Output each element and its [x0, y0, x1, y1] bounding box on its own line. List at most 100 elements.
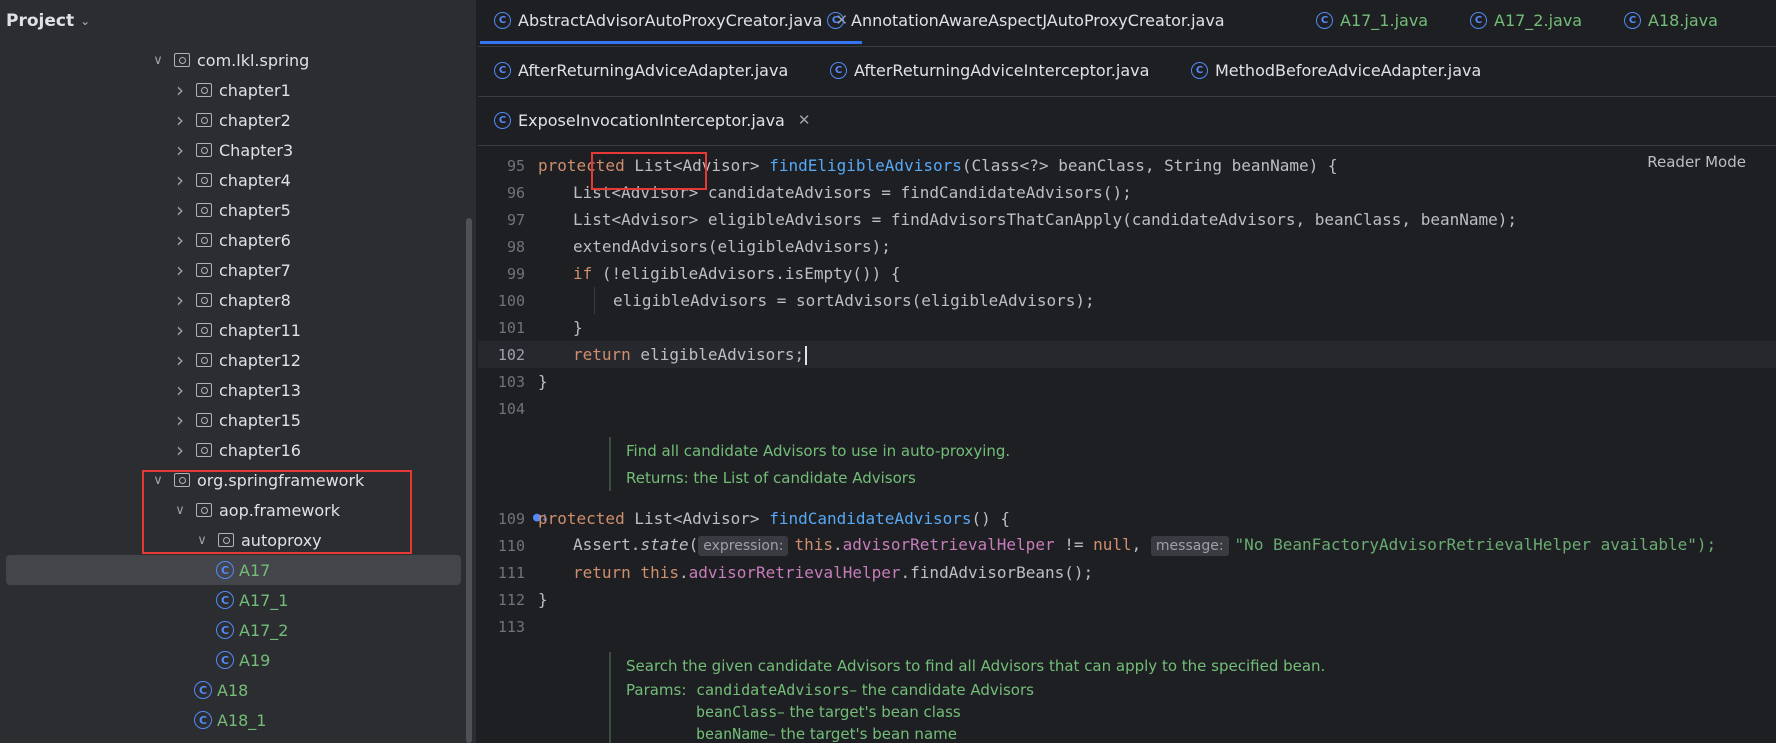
reader-mode-button[interactable]: Reader Mode — [1647, 153, 1746, 171]
line-number: 109 — [497, 509, 525, 528]
project-tool-window: Project ⌄ ∨ com.lkl.spring › chapter1 › chapt… — [0, 0, 476, 743]
package-icon — [196, 293, 212, 307]
tree-item-label: com.lkl.spring — [197, 50, 310, 70]
tree-item-package[interactable]: ∨ aop.framework — [0, 495, 470, 525]
tree-item-label: org.springframework — [197, 470, 365, 490]
line-number: 99 — [506, 264, 525, 283]
tree-item-package[interactable]: › chapter15 — [0, 405, 470, 435]
tree-item-package[interactable]: › chapter8 — [0, 285, 470, 315]
chevron-right-icon[interactable]: › — [172, 78, 188, 102]
code-token: . — [678, 563, 689, 582]
chevron-down-icon[interactable]: ∨ — [150, 473, 166, 488]
tree-item-class[interactable]: ›CA17_2 — [0, 615, 470, 645]
chevron-right-icon[interactable]: › — [172, 168, 188, 192]
chevron-right-icon[interactable]: › — [172, 438, 188, 462]
editor-tab[interactable]: C ExposeInvocationInterceptor.java ✕ — [494, 102, 810, 138]
chevron-down-icon[interactable]: ∨ — [150, 53, 166, 68]
editor-tab[interactable]: C A18.java — [1624, 2, 1718, 38]
code-text: eligibleAdvisors = sortAdvisors(eligible… — [613, 291, 1095, 310]
tree-item-package[interactable]: › chapter4 — [0, 165, 470, 195]
tree-item-package[interactable]: ∨ org.springframework — [0, 465, 470, 495]
tree-item-package[interactable]: › chapter1 — [0, 75, 470, 105]
tree-item-class[interactable]: ›CA18_1 — [0, 705, 470, 735]
tab-label: AbstractAdvisorAutoProxyCreator.java — [518, 10, 823, 30]
doc-param-name: beanClass — [696, 703, 778, 721]
tree-item-package[interactable]: › chapter12 — [0, 345, 470, 375]
chevron-right-icon[interactable]: › — [172, 318, 188, 342]
editor-tab[interactable]: C AfterReturningAdviceAdapter.java — [494, 52, 788, 88]
tree-item-label: chapter6 — [219, 230, 291, 250]
code-line: 109 ●↓ protected List<Advisor> findCandi… — [478, 505, 1776, 532]
class-icon: C — [494, 61, 511, 79]
doc-params-label: Params: — [626, 681, 687, 699]
package-icon — [196, 233, 212, 247]
doc-param-row: beanName – the target's bean name — [626, 723, 1325, 743]
package-icon — [196, 143, 212, 157]
chevron-right-icon[interactable]: › — [172, 408, 188, 432]
keyword: protected — [538, 509, 625, 528]
field-name: advisorRetrievalHelper — [842, 535, 1055, 554]
tree-item-package[interactable]: ∨ com.lkl.spring — [0, 45, 470, 75]
text-caret — [805, 345, 808, 365]
tree-item-label: Chapter3 — [219, 140, 294, 160]
doc-param-row: Params: candidateAdvisors – the candidat… — [626, 679, 1325, 701]
chevron-right-icon[interactable]: › — [172, 108, 188, 132]
tree-item-package[interactable]: ∨ autoproxy — [0, 525, 470, 555]
editor-tab[interactable]: C AbstractAdvisorAutoProxyCreator.java ✕ — [480, 2, 862, 44]
chevron-right-icon[interactable]: › — [172, 348, 188, 372]
tree-item-package[interactable]: › chapter2 — [0, 105, 470, 135]
tree-item-package[interactable]: › chapter6 — [0, 225, 470, 255]
code-area[interactable]: 95 protected List<Advisor> findEligibleA… — [478, 147, 1776, 743]
code-line: 111 return this.advisorRetrievalHelper.f… — [478, 559, 1776, 586]
tree-scrollbar[interactable] — [466, 218, 472, 743]
doc-summary: Find all candidate Advisors to use in au… — [626, 441, 1011, 460]
chevron-right-icon[interactable]: › — [172, 198, 188, 222]
code-token: List<Advisor> — [624, 156, 770, 175]
class-icon: C — [827, 11, 844, 29]
tree-item-label: autoproxy — [241, 530, 322, 550]
editor-tab[interactable]: C AnnotationAwareAspectJAutoProxyCreator.… — [827, 2, 1225, 38]
chevron-right-icon[interactable]: › — [172, 258, 188, 282]
tree-item-package[interactable]: › chapter11 — [0, 315, 470, 345]
keyword: return — [573, 344, 631, 364]
code-line: 101 } — [478, 314, 1776, 341]
tree-item-package[interactable]: › chapter5 — [0, 195, 470, 225]
project-view-selector[interactable]: Project ⌄ — [0, 0, 476, 42]
chevron-right-icon[interactable]: › — [172, 288, 188, 312]
code-line: 103 } — [478, 368, 1776, 395]
tree-item-label: chapter4 — [219, 170, 291, 190]
chevron-right-icon[interactable]: › — [172, 378, 188, 402]
tree-item-class[interactable]: ›CA19 — [0, 645, 470, 675]
class-icon: C — [216, 621, 234, 639]
editor-tab[interactable]: C AfterReturningAdviceInterceptor.java — [830, 52, 1149, 88]
keyword: protected — [538, 156, 625, 175]
tab-label: A17_1.java — [1340, 10, 1429, 30]
tab-label: A17_2.java — [1494, 10, 1583, 30]
editor-tab[interactable]: C A17_2.java — [1470, 2, 1582, 38]
tree-item-package[interactable]: › chapter7 — [0, 255, 470, 285]
tree-item-package[interactable]: › chapter13 — [0, 375, 470, 405]
line-number: 110 — [497, 536, 525, 555]
code-text: return this.advisorRetrievalHelper.findA… — [573, 563, 1093, 582]
package-icon — [196, 323, 212, 337]
tree-item-class[interactable]: ›CA17_1 — [0, 585, 470, 615]
package-icon — [196, 203, 212, 217]
editor-tab[interactable]: C MethodBeforeAdviceAdapter.java — [1191, 52, 1481, 88]
doc-param-desc: – the candidate Advisors — [849, 681, 1034, 699]
code-text: protected List<Advisor> findEligibleAdvi… — [538, 156, 1338, 175]
chevron-right-icon[interactable]: › — [172, 228, 188, 252]
chevron-down-icon[interactable]: ∨ — [194, 533, 210, 548]
package-icon — [196, 383, 212, 397]
close-icon[interactable]: ✕ — [798, 111, 811, 129]
code-line: 99 if (!eligibleAdvisors.isEmpty()) { — [478, 260, 1776, 287]
tree-item-class[interactable]: ›CA18 — [0, 675, 470, 705]
field-name: advisorRetrievalHelper — [688, 563, 901, 582]
tree-item-label: chapter16 — [219, 440, 301, 460]
line-number: 113 — [497, 617, 525, 636]
tree-item-class[interactable]: ›CA17 — [6, 555, 461, 585]
chevron-down-icon[interactable]: ∨ — [172, 503, 188, 518]
editor-tab[interactable]: C A17_1.java — [1316, 2, 1428, 38]
tree-item-package[interactable]: › Chapter3 — [0, 135, 470, 165]
tree-item-package[interactable]: › chapter16 — [0, 435, 470, 465]
chevron-right-icon[interactable]: › — [172, 138, 188, 162]
